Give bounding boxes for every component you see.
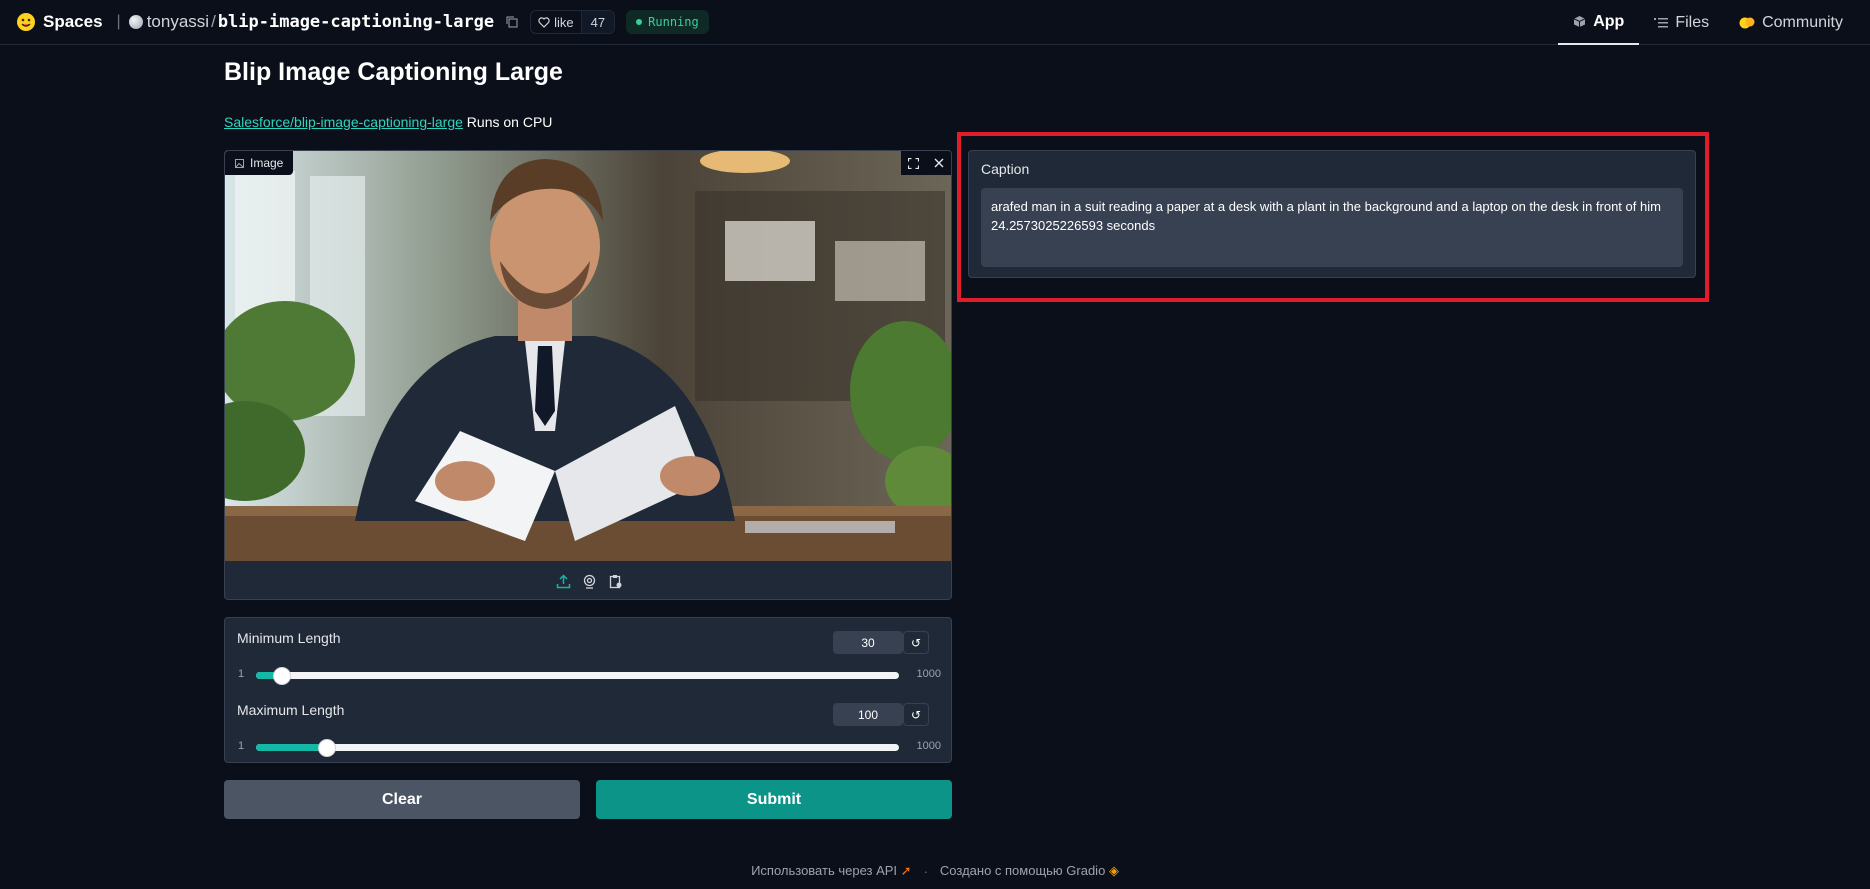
status-text: Running <box>648 15 699 29</box>
like-widget: like 47 <box>530 10 616 34</box>
spaces-link[interactable]: Spaces <box>43 12 103 32</box>
caption-text: arafed man in a suit reading a paper at … <box>991 199 1661 214</box>
runs-on-text: Runs on CPU <box>466 114 553 130</box>
cube-icon <box>1573 16 1586 27</box>
max-length-track[interactable] <box>256 739 899 757</box>
owner-link[interactable]: tonyassi <box>147 12 209 32</box>
rocket-icon: ➚ <box>900 863 912 878</box>
gradio-link[interactable]: Создано с помощью Gradio ◈ <box>940 863 1119 879</box>
max-length-range-min: 1 <box>238 740 245 752</box>
tab-files-label: Files <box>1675 13 1710 31</box>
tab-app[interactable]: App <box>1558 0 1640 45</box>
community-icon <box>1739 17 1755 28</box>
files-icon <box>1654 17 1669 27</box>
footer-separator: · <box>923 863 928 879</box>
image-label-badge: Image <box>225 151 294 175</box>
min-length-slider: Minimum Length 30 ↺ 1 1000 <box>237 618 941 685</box>
caption-textbox[interactable]: arafed man in a suit reading a paper at … <box>981 188 1683 267</box>
length-settings-panel: Minimum Length 30 ↺ 1 1000 Maximum Lengt… <box>224 617 952 763</box>
gradio-logo-icon: ◈ <box>1108 863 1119 878</box>
top-bar: Spaces | tonyassi / blip-image-captionin… <box>0 0 1870 45</box>
caption-label: Caption <box>981 161 1030 177</box>
image-actions <box>901 151 951 175</box>
min-length-reset-button[interactable]: ↺ <box>903 631 929 654</box>
like-button[interactable]: like <box>531 11 581 33</box>
copy-icon[interactable] <box>506 16 518 28</box>
caption-output-panel: Caption arafed man in a suit reading a p… <box>968 150 1696 278</box>
image-icon <box>235 158 244 168</box>
gradio-link-label: Создано с помощью Gradio <box>939 863 1106 878</box>
max-length-label: Maximum Length <box>237 702 345 718</box>
like-label: like <box>554 14 574 30</box>
min-length-track[interactable] <box>256 667 899 685</box>
upload-icon[interactable] <box>556 573 571 589</box>
min-length-label: Minimum Length <box>237 630 341 646</box>
heart-icon <box>538 16 550 28</box>
page-description: Salesforce/blip-image-captioning-large R… <box>224 114 552 130</box>
close-icon <box>934 158 943 168</box>
status-dot-icon <box>636 19 643 25</box>
footer: Использовать через API ➚ · Создано с пом… <box>0 863 1870 879</box>
min-length-thumb[interactable] <box>272 667 291 685</box>
max-length-input[interactable]: 100 <box>833 703 903 726</box>
page-title: Blip Image Captioning Large <box>224 58 563 86</box>
max-length-slider: Maximum Length 100 ↺ 1 1000 <box>237 690 941 757</box>
max-length-thumb[interactable] <box>317 739 336 757</box>
min-length-range-min: 1 <box>238 668 245 680</box>
webcam-icon[interactable] <box>582 574 597 589</box>
clear-button[interactable]: Clear <box>224 780 580 819</box>
clipboard-icon[interactable] <box>608 574 623 589</box>
clear-image-button[interactable] <box>926 151 951 175</box>
model-link[interactable]: Salesforce/blip-image-captioning-large <box>224 114 463 130</box>
min-length-input[interactable]: 30 <box>833 631 903 654</box>
image-input-panel[interactable]: Image <box>224 150 952 600</box>
reset-icon: ↺ <box>910 635 922 650</box>
breadcrumb-separator: | <box>116 13 121 30</box>
repo-name-link[interactable]: blip-image-captioning-large <box>218 12 494 32</box>
tab-community-label: Community <box>1762 13 1843 31</box>
reset-icon: ↺ <box>910 707 922 722</box>
fullscreen-button[interactable] <box>901 151 926 175</box>
tab-app-label: App <box>1593 12 1625 30</box>
image-label: Image <box>250 156 284 170</box>
like-count[interactable]: 47 <box>580 11 615 33</box>
submit-button[interactable]: Submit <box>596 780 952 819</box>
tab-community[interactable]: Community <box>1724 0 1858 45</box>
image-source-bar <box>225 561 951 599</box>
hugging-face-logo-icon[interactable] <box>16 12 36 32</box>
api-link[interactable]: Использовать через API ➚ <box>751 863 912 879</box>
uploaded-image <box>225 151 951 561</box>
min-length-range-max: 1000 <box>916 668 941 680</box>
caption-time: 24.2573025226593 seconds <box>991 218 1156 233</box>
owner-avatar[interactable] <box>128 15 143 29</box>
max-length-range-max: 1000 <box>916 740 941 752</box>
fullscreen-icon <box>908 157 919 169</box>
tab-files[interactable]: Files <box>1639 0 1724 45</box>
max-length-fill <box>256 744 327 751</box>
breadcrumb-slash: / <box>211 12 216 31</box>
status-badge[interactable]: Running <box>626 10 709 34</box>
max-length-reset-button[interactable]: ↺ <box>903 703 929 726</box>
api-link-label: Использовать через API <box>751 863 898 878</box>
